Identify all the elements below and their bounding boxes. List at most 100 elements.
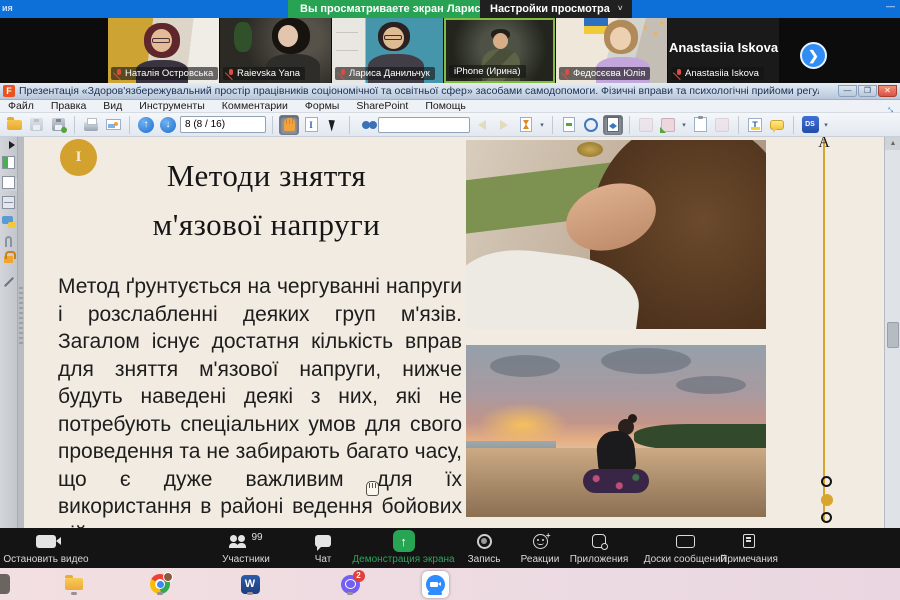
- up-arrow-icon: ↑: [138, 117, 154, 133]
- dropdown-icon[interactable]: ▾: [680, 121, 688, 129]
- stop-video-button[interactable]: Остановить видео: [0, 531, 116, 565]
- comments-panel-button[interactable]: [2, 216, 15, 229]
- menu-forms[interactable]: Формы: [305, 100, 339, 113]
- select-annotation-button[interactable]: [323, 115, 343, 135]
- zoom-app-button[interactable]: [420, 572, 450, 596]
- snapshot-button[interactable]: [103, 115, 123, 135]
- dropdown-icon[interactable]: ▾: [538, 121, 546, 129]
- open-button[interactable]: [4, 115, 24, 135]
- fit-width-button[interactable]: [603, 115, 623, 135]
- previous-page-button[interactable]: ↑: [136, 115, 156, 135]
- vertical-scrollbar[interactable]: ▲: [884, 137, 900, 528]
- video-tile[interactable]: Федосєєва Юлія: [556, 18, 667, 83]
- expand-panel-icon[interactable]: [9, 141, 15, 149]
- scrollbar-thumb[interactable]: [887, 322, 899, 348]
- select-text-button[interactable]: I: [301, 115, 321, 135]
- dropdown-icon[interactable]: ▾: [822, 121, 830, 129]
- create-pdf-button[interactable]: [636, 115, 656, 135]
- actual-size-button[interactable]: [559, 115, 579, 135]
- menu-view[interactable]: Вид: [103, 100, 122, 113]
- minimize-button[interactable]: —: [838, 85, 857, 97]
- participant-label: Лариса Данильчук: [335, 67, 435, 80]
- layers-panel-button[interactable]: [2, 196, 15, 209]
- next-view-button[interactable]: [494, 115, 514, 135]
- previous-view-button[interactable]: [472, 115, 492, 135]
- minimize-icon[interactable]: —: [886, 1, 895, 11]
- video-tile-camera-off[interactable]: Anastasiia Iskova Anastasiia Iskova: [668, 18, 779, 83]
- viber-button[interactable]: 2: [338, 572, 362, 596]
- record-button[interactable]: Запись: [458, 531, 510, 565]
- next-participants-button[interactable]: ❯: [800, 42, 827, 69]
- record-icon: [477, 534, 492, 549]
- menu-edit[interactable]: Правка: [51, 100, 86, 113]
- pdf-toolbar: ↑ ↓ I ▾ ▾ T DS ▾: [0, 113, 900, 137]
- combine-pdf-button[interactable]: [712, 115, 732, 135]
- save-as-button[interactable]: [48, 115, 68, 135]
- close-button[interactable]: ✕: [878, 85, 897, 97]
- cursor-arrow-icon: [329, 118, 338, 131]
- convert-pdf-button[interactable]: [658, 115, 678, 135]
- participants-button[interactable]: 99 Участники: [200, 531, 292, 565]
- add-note-button[interactable]: [767, 115, 787, 135]
- bookmarks-panel-button[interactable]: [2, 156, 15, 169]
- participants-icon: [229, 535, 247, 548]
- menu-tools[interactable]: Инструменты: [139, 100, 204, 113]
- video-tile[interactable]: Наталія Островська: [108, 18, 219, 83]
- select-text-icon: I: [305, 117, 318, 132]
- restore-button[interactable]: ❐: [858, 85, 877, 97]
- notes-button[interactable]: Примечания: [706, 531, 792, 565]
- next-page-button[interactable]: ↓: [158, 115, 178, 135]
- signature-panel-button[interactable]: [2, 276, 15, 289]
- page-number-input[interactable]: [180, 116, 266, 133]
- menu-file[interactable]: Файл: [8, 100, 34, 113]
- view-settings-button[interactable]: Настройки просмотра ˅: [480, 0, 632, 18]
- menu-help[interactable]: Помощь: [425, 100, 466, 113]
- share-screen-button[interactable]: ↑ Демонстрация экрана: [346, 531, 461, 565]
- video-tile-speaking[interactable]: iPhone (Ирина): [444, 18, 555, 83]
- menu-comments[interactable]: Комментарии: [222, 100, 288, 113]
- pdf-titlebar[interactable]: F Презентація «Здоров'язбережувальний пр…: [0, 83, 900, 100]
- file-explorer-button[interactable]: [62, 572, 86, 596]
- scroll-up-icon[interactable]: ▲: [885, 137, 900, 150]
- highlight-text-button[interactable]: T: [745, 115, 765, 135]
- panel-splitter[interactable]: [19, 287, 23, 347]
- hand-tool-button[interactable]: [279, 115, 299, 135]
- viber-icon: 2: [341, 575, 360, 594]
- menu-sharepoint[interactable]: SharePoint: [356, 100, 408, 113]
- nav-dot: [821, 512, 832, 523]
- video-tile[interactable]: Лариса Данильчук: [332, 18, 443, 83]
- participant-name-display: Anastasiia Iskova: [668, 40, 779, 55]
- pages-panel-button[interactable]: [2, 176, 15, 189]
- glasses: [384, 35, 402, 40]
- slide-title: Методи зняття м'язової напруги: [94, 151, 439, 249]
- mic-muted-icon: [116, 69, 122, 78]
- from-clipboard-button[interactable]: [690, 115, 710, 135]
- fit-page-button[interactable]: [581, 115, 601, 135]
- zoom-control-bar: Остановить видео ˄ 99 Участники ˄ Чат ˄ …: [0, 528, 900, 568]
- video-camera-icon: [36, 535, 56, 548]
- apps-button[interactable]: Приложения: [563, 531, 635, 565]
- search-input[interactable]: [378, 117, 470, 133]
- participant-label: Raievska Yana: [223, 67, 305, 80]
- chrome-button[interactable]: [148, 572, 172, 596]
- word-button[interactable]: W: [238, 572, 262, 596]
- convert-pdf-icon: [661, 118, 675, 132]
- actual-size-icon: [563, 117, 575, 132]
- save-button[interactable]: [26, 115, 46, 135]
- screen-share-bar: ия Вы просматриваете экран Лариса Даниль…: [0, 0, 900, 18]
- print-button[interactable]: [81, 115, 101, 135]
- binoculars-icon: [362, 121, 370, 129]
- find-button[interactable]: [356, 115, 376, 135]
- taskbar-partial-icon[interactable]: [0, 572, 12, 596]
- reactions-button[interactable]: + Реакции: [512, 531, 568, 565]
- comments-icon: [2, 216, 13, 224]
- whiteboard-icon: [676, 535, 695, 548]
- docusign-button[interactable]: DS: [800, 115, 820, 135]
- security-panel-button[interactable]: [2, 256, 15, 269]
- page-transition-button[interactable]: [516, 115, 536, 135]
- hand-cursor: [366, 481, 379, 496]
- comment-bubble-icon: [770, 120, 784, 130]
- chat-button[interactable]: Чат: [297, 531, 349, 565]
- video-tile[interactable]: Raievska Yana: [220, 18, 331, 83]
- attachments-panel-button[interactable]: [2, 236, 15, 249]
